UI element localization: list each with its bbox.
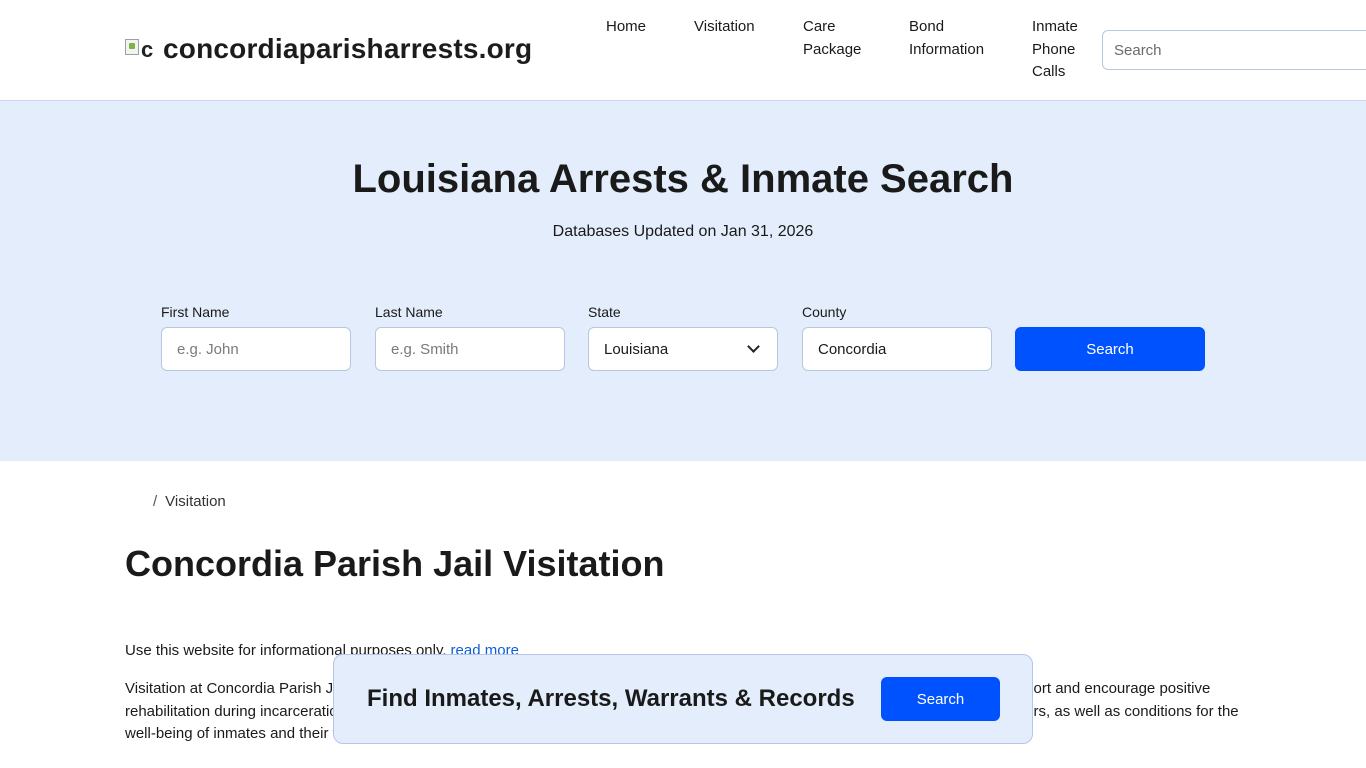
nav-item-care-package[interactable]: Care Package bbox=[803, 16, 861, 61]
last-name-input[interactable] bbox=[375, 327, 565, 371]
last-name-label: Last Name bbox=[375, 304, 443, 320]
floating-bar-text: Find Inmates, Arrests, Warrants & Record… bbox=[367, 685, 855, 712]
header-search-input[interactable] bbox=[1102, 30, 1366, 70]
hero-section: Louisiana Arrests & Inmate Search Databa… bbox=[0, 101, 1366, 461]
site-name[interactable]: concordiaparisharrests.org bbox=[163, 33, 532, 65]
database-updated-text: Databases Updated on Jan 31, 2026 bbox=[552, 223, 814, 240]
breadcrumb: / Visitation bbox=[153, 493, 226, 510]
first-name-label: First Name bbox=[161, 304, 230, 320]
site-header: c concordiaparisharrests.org Home Visita… bbox=[0, 0, 1366, 101]
first-name-input[interactable] bbox=[161, 327, 351, 371]
nav-item-visitation[interactable]: Visitation bbox=[694, 16, 755, 39]
breadcrumb-current: Visitation bbox=[165, 493, 226, 510]
nav-item-home[interactable]: Home bbox=[606, 16, 646, 39]
nav-item-bond-information[interactable]: Bond Information bbox=[909, 16, 984, 61]
site-logo-link[interactable]: c concordiaparisharrests.org bbox=[125, 33, 532, 65]
state-select[interactable]: Louisiana bbox=[588, 327, 778, 371]
hero-title: Louisiana Arrests & Inmate Search bbox=[352, 157, 1014, 201]
first-name-field-group: First Name bbox=[161, 304, 351, 371]
floating-search-bar: Find Inmates, Arrests, Warrants & Record… bbox=[333, 654, 1033, 744]
county-input[interactable] bbox=[802, 327, 992, 371]
broken-image-icon: c bbox=[125, 35, 155, 63]
state-field-group: State Louisiana bbox=[588, 304, 778, 371]
state-label: State bbox=[588, 304, 621, 320]
county-label: County bbox=[802, 304, 847, 320]
hero-search-button[interactable]: Search bbox=[1015, 327, 1205, 371]
chevron-down-icon bbox=[747, 340, 760, 353]
state-select-value: Louisiana bbox=[604, 340, 669, 358]
county-field-group: County bbox=[802, 304, 992, 371]
last-name-field-group: Last Name bbox=[375, 304, 565, 371]
page-title: Concordia Parish Jail Visitation bbox=[125, 543, 665, 584]
breadcrumb-separator: / bbox=[153, 493, 158, 510]
floating-search-button[interactable]: Search bbox=[881, 677, 1000, 721]
nav-item-inmate-phone-calls[interactable]: Inmate Phone Calls bbox=[1032, 16, 1078, 84]
